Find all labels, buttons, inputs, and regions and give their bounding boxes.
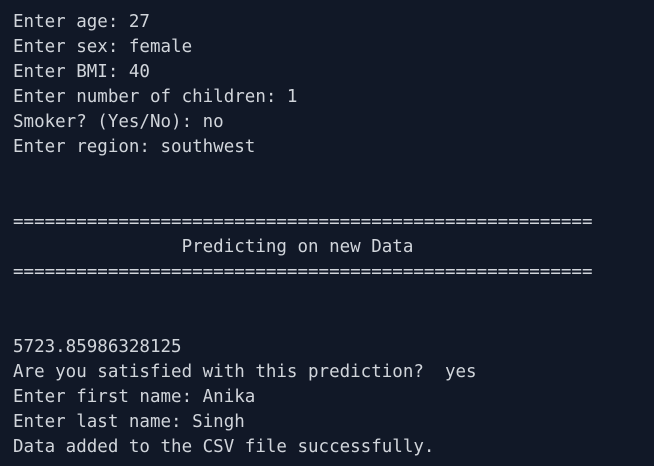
prompt-smoker: Smoker? (Yes/No): no [13, 112, 224, 132]
cut-off-line: ... ... [13, 460, 129, 466]
prediction-value: 5723.85986328125 [13, 337, 182, 357]
separator-top: ========================================… [13, 212, 593, 232]
prompt-sex: Enter sex: female [13, 37, 193, 57]
prompt-satisfied: Are you satisfied with this prediction? … [13, 362, 477, 382]
prompt-age: Enter age: 27 [13, 12, 150, 32]
prompt-first-name: Enter first name: Anika [13, 387, 256, 407]
terminal-output[interactable]: Enter age: 27 Enter sex: female Enter BM… [0, 0, 654, 466]
prompt-region: Enter region: southwest [13, 137, 256, 157]
section-heading: Predicting on new Data [13, 237, 414, 257]
separator-bottom: ========================================… [13, 262, 593, 282]
prompt-bmi: Enter BMI: 40 [13, 62, 150, 82]
success-message: Data added to the CSV file successfully. [13, 437, 435, 457]
prompt-children: Enter number of children: 1 [13, 87, 298, 107]
prompt-last-name: Enter last name: Singh [13, 412, 245, 432]
